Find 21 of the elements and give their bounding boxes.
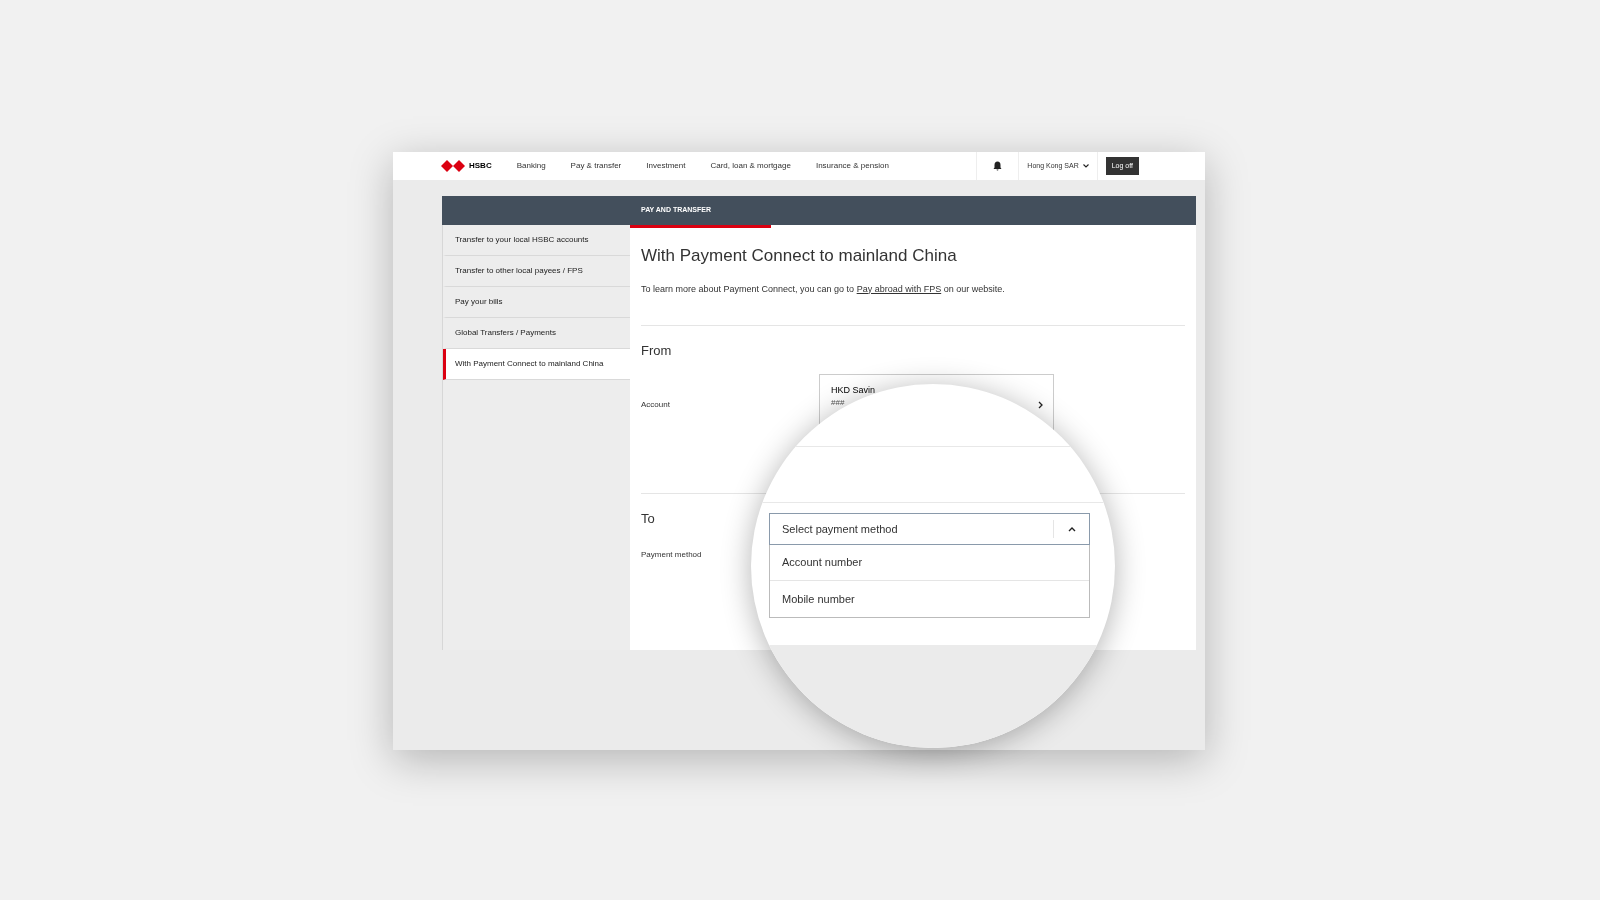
chevron-down-icon [1082,164,1089,168]
account-name: HKD Savin [831,383,875,397]
page-title: With Payment Connect to mainland China [641,245,957,267]
nav-link[interactable]: Investment [646,160,686,172]
section-heading: To [641,509,656,528]
section-heading: From [641,342,673,360]
caret-up-icon [1067,526,1076,532]
intro-text: To learn more about Payment Connect, you can go to Pay abroad with FPS on our website. [641,282,1006,296]
field-label: Account [641,399,671,411]
bell-icon[interactable] [993,161,1003,171]
nav-link[interactable]: Card, loan & mortgage [710,160,791,172]
nav-link[interactable]: Pay & transfer [570,160,622,172]
sidebar-item[interactable]: With Payment Connect to mainland China [443,349,630,380]
account-number: ### [831,397,845,409]
nav-link[interactable]: Insurance & pension [815,160,889,172]
field-label: Payment method [641,549,703,561]
nav-link[interactable]: Banking [516,160,546,172]
pay-abroad-link[interactable]: Pay abroad with FPS [856,283,942,294]
payment-method-dropdown[interactable]: Select payment method [769,513,1090,545]
logo-text: HSBC [469,160,492,172]
chevron-right-icon[interactable] [1038,400,1043,409]
